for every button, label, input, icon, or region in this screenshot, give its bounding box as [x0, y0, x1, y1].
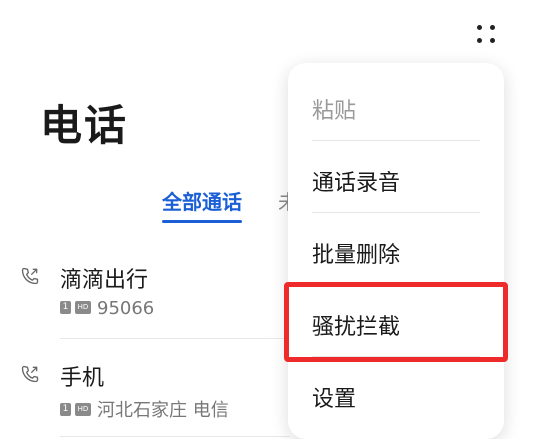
call-detail: 1 HD 河北石家庄 电信 — [60, 396, 229, 422]
menu-item-settings[interactable]: 设置 — [312, 381, 356, 413]
sim-card-icon: 1 — [60, 300, 71, 314]
overflow-menu: 粘贴 通话录音 批量删除 骚扰拦截 设置 — [288, 63, 504, 439]
call-location: 河北石家庄 电信 — [97, 400, 229, 421]
tab-all-calls[interactable]: 全部通话 — [162, 186, 242, 223]
call-number: 95066 — [97, 298, 155, 319]
menu-item-batch-delete[interactable]: 批量删除 — [312, 237, 400, 269]
sim-card-icon: 1 — [60, 402, 71, 416]
menu-item-paste[interactable]: 粘贴 — [312, 93, 356, 125]
hd-voice-icon: HD — [75, 300, 91, 314]
call-detail: 1 HD 95066 — [60, 298, 154, 319]
contact-name: 滴滴出行 — [60, 268, 149, 293]
menu-divider — [312, 140, 480, 141]
highlight-box — [284, 282, 508, 362]
page-title: 电话 — [40, 101, 129, 150]
contact-name: 手机 — [60, 366, 105, 391]
hd-voice-icon: HD — [75, 402, 91, 416]
menu-divider — [312, 212, 480, 213]
outgoing-call-icon — [21, 365, 39, 383]
outgoing-call-icon — [21, 267, 39, 285]
row-divider — [60, 338, 290, 339]
menu-item-call-recording[interactable]: 通话录音 — [312, 165, 400, 197]
row-divider — [60, 436, 290, 437]
more-button[interactable] — [468, 18, 504, 54]
